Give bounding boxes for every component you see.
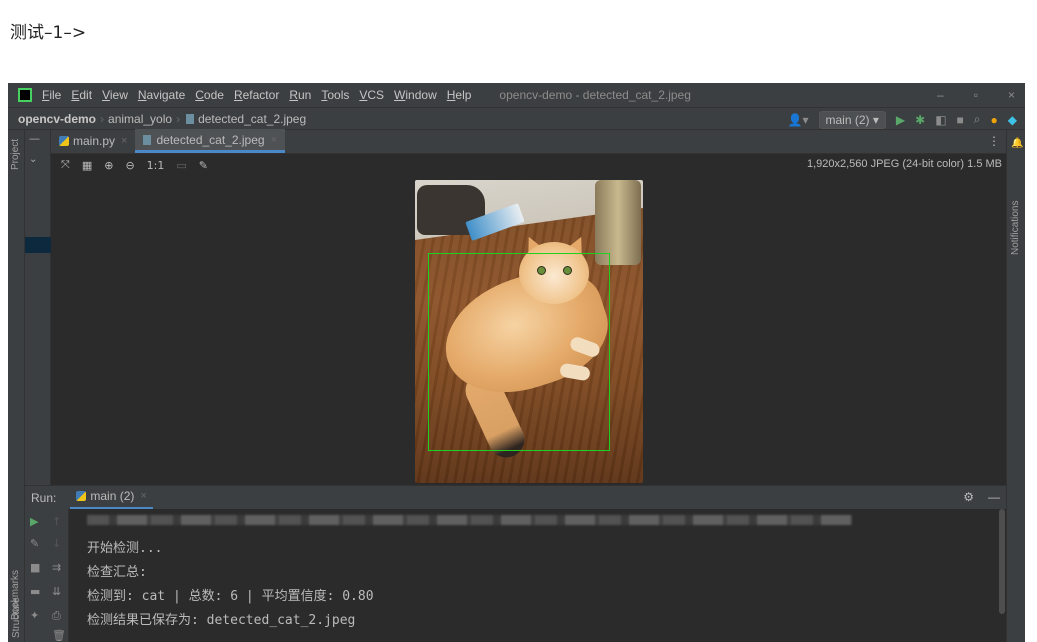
menu-window[interactable]: Window [394, 88, 437, 102]
stop-icon[interactable]: ■ [957, 113, 964, 127]
menu-vcs[interactable]: VCS [359, 88, 384, 102]
soft-wrap-icon[interactable]: ⇉ [52, 561, 61, 574]
hide-panel-icon[interactable]: — [988, 490, 1000, 504]
run-console-toolbar: ↑ ↓ ⇉ ⇊ ⎙ 🗑 [47, 509, 69, 642]
right-tool-strip: 🔔 Notifications [1006, 130, 1025, 642]
navigation-bar: opencv-demo › animal_yolo › detected_cat… [8, 107, 1025, 130]
selected-row[interactable] [25, 237, 51, 253]
layout-icon[interactable]: ▬ [30, 585, 40, 598]
run-header-actions: ⚙ — [963, 490, 1000, 504]
menu-view[interactable]: View [102, 88, 128, 102]
update-icon[interactable]: ● [991, 113, 998, 127]
console-line: 检查汇总: [87, 565, 147, 580]
notifications-tool-button[interactable]: Notifications [1010, 201, 1021, 255]
editor-tabs: main.py × detected_cat_2.jpeg × ⋮ [51, 129, 1006, 154]
tab-detected-cat[interactable]: detected_cat_2.jpeg × [135, 129, 285, 153]
coverage-icon[interactable]: ◧ [935, 113, 946, 127]
console-line: 检测结果已保存为: detected_cat_2.jpeg [87, 613, 356, 628]
menu-code[interactable]: Code [195, 88, 224, 102]
plugin-icon[interactable]: ◆ [1008, 113, 1017, 127]
more-icon[interactable]: ⋮ [988, 134, 1000, 148]
console-line: 开始检测... [87, 541, 163, 556]
console-scrollbar[interactable] [998, 509, 1006, 642]
search-icon[interactable]: ⌕ [974, 112, 981, 127]
menu-run[interactable]: Run [289, 88, 311, 102]
menu-tools[interactable]: Tools [321, 88, 349, 102]
pycharm-logo-icon [18, 88, 32, 102]
redacted-command-line [87, 515, 852, 525]
rerun-icon[interactable]: ▶ [30, 515, 38, 528]
menu-edit[interactable]: Edit [71, 88, 92, 102]
run-icon[interactable]: ▶ [896, 113, 905, 127]
menu-bar: File Edit View Navigate Code Refactor Ru… [8, 83, 1025, 107]
close-window-button[interactable]: × [1008, 88, 1015, 102]
pin-icon[interactable]: ✦ [30, 609, 39, 622]
run-tab-label: main (2) [90, 489, 135, 503]
tab-main-py[interactable]: main.py × [51, 129, 135, 153]
close-icon[interactable]: × [271, 134, 277, 146]
run-toolbar: 👤▾ main (2) ▾ ▶ ✱ ◧ ■ ⌕ ● ◆ [788, 108, 1017, 131]
run-console[interactable]: 开始检测... 检查汇总: 检测到: cat | 总数: 6 | 平均置信度: … [69, 509, 998, 642]
gear-icon[interactable]: ⚙ [963, 490, 974, 504]
user-icon[interactable]: 👤▾ [788, 113, 809, 127]
project-tool-button[interactable]: Project [10, 139, 21, 170]
image-info: 1,920x2,560 JPEG (24-bit color) 1.5 MB [806, 158, 1002, 170]
bell-icon[interactable]: 🔔 [1011, 138, 1023, 149]
tab-label: detected_cat_2.jpeg [156, 132, 265, 147]
close-icon[interactable]: × [140, 490, 146, 502]
minimize-button[interactable]: – [937, 88, 944, 102]
run-label: Run: [31, 490, 57, 505]
print-icon[interactable]: ⎙ [52, 609, 61, 623]
breadcrumb-project[interactable]: opencv-demo [8, 112, 96, 126]
run-panel-header: Run: main (2) × ⚙ — [25, 485, 1006, 510]
window-title: opencv-demo - detected_cat_2.jpeg [499, 88, 691, 102]
image-file-icon [143, 134, 152, 145]
chevron-right-icon: › [100, 111, 105, 126]
ide-window: File Edit View Navigate Code Refactor Ru… [8, 83, 1025, 642]
page-heading: 测试–1–> [10, 23, 87, 43]
stop-icon[interactable]: ■ [30, 561, 40, 574]
background-icon[interactable]: ▭ [176, 159, 186, 172]
run-side-toolbar: ▶ ✎ ■ ▬ ✦ [25, 509, 47, 642]
detection-bounding-box [428, 253, 610, 451]
chevron-right-icon: › [176, 111, 181, 126]
chevron-down-icon[interactable]: ⌄ [29, 154, 37, 165]
breadcrumb-file[interactable]: detected_cat_2.jpeg [198, 112, 306, 126]
run-config-select[interactable]: main (2) ▾ [818, 110, 886, 129]
zoom-out-icon[interactable]: ⊖ [125, 159, 134, 172]
scroll-to-end-icon[interactable]: ⇊ [52, 585, 61, 598]
image-viewer-toolbar: ⤧ ▦ ⊕ ⊖ 1:1 ▭ ✎ 1,920x2,560 JPEG (24-bit… [51, 154, 1006, 176]
grid-icon[interactable]: ▦ [82, 159, 92, 172]
arrow-up-icon[interactable]: ↑ [52, 515, 61, 528]
color-picker-icon[interactable]: ✎ [199, 159, 208, 172]
trash-icon[interactable]: 🗑 [52, 629, 66, 642]
console-line: 检测到: cat | 总数: 6 | 平均置信度: 0.80 [87, 589, 374, 604]
fit-zoom-icon[interactable]: ⤧ [61, 158, 70, 172]
wrench-icon[interactable]: ✎ [30, 537, 39, 550]
menu-file[interactable]: File [42, 88, 61, 102]
window-controls: – ▫ × [937, 83, 1015, 107]
run-tab-main[interactable]: main (2) × [70, 486, 153, 510]
debug-icon[interactable]: ✱ [915, 113, 925, 127]
arrow-down-icon[interactable]: ↓ [52, 537, 61, 550]
breadcrumb-folder[interactable]: animal_yolo [104, 112, 172, 126]
left-tool-strip: Project Bookmarks [8, 130, 25, 642]
menu-help[interactable]: Help [447, 88, 472, 102]
python-file-icon [76, 491, 87, 501]
scrollbar-thumb[interactable] [999, 509, 1005, 614]
close-icon[interactable]: × [121, 135, 127, 147]
image-file-icon [186, 113, 195, 124]
menu-navigate[interactable]: Navigate [138, 88, 185, 102]
project-panel: — ⌄ [25, 130, 51, 485]
restore-button[interactable]: ▫ [974, 88, 978, 102]
menu-refactor[interactable]: Refactor [234, 88, 279, 102]
python-file-icon [59, 136, 69, 146]
collapse-icon[interactable]: — [29, 132, 40, 145]
zoom-in-icon[interactable]: ⊕ [104, 159, 113, 172]
tab-label: main.py [73, 134, 116, 148]
actual-size-button[interactable]: 1:1 [147, 159, 165, 172]
structure-tool-button[interactable]: Structure [11, 597, 22, 638]
